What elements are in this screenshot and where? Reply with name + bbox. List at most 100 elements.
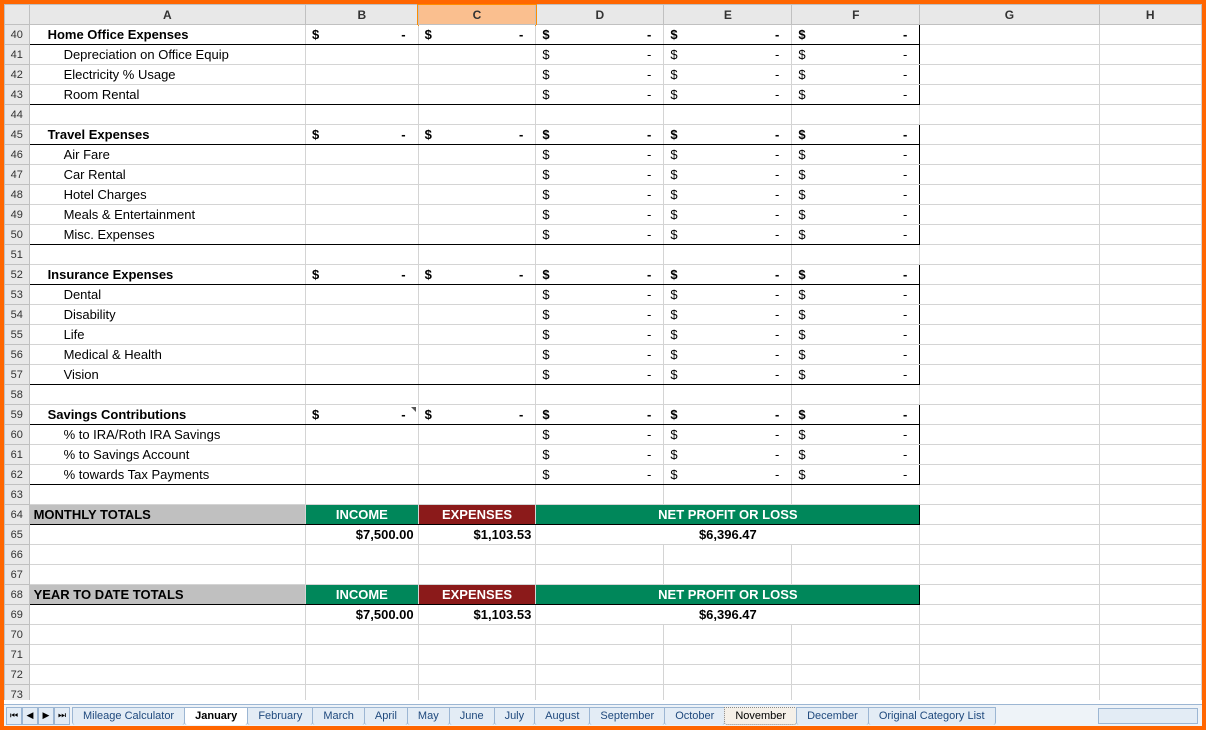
cell[interactable]: [418, 85, 536, 105]
ytd-income-value[interactable]: $7,500.00: [306, 605, 419, 625]
prev-tab-button[interactable]: ◀: [22, 707, 38, 725]
tab-september[interactable]: September: [589, 707, 665, 725]
cell[interactable]: [920, 85, 1099, 105]
cell[interactable]: [418, 65, 536, 85]
income-header[interactable]: INCOME: [306, 585, 419, 605]
row-53[interactable]: 53: [5, 285, 30, 305]
cell[interactable]: Electricity % Usage: [29, 65, 305, 85]
row-63[interactable]: 63: [5, 485, 30, 505]
tab-december[interactable]: December: [796, 707, 869, 725]
row-71[interactable]: 71: [5, 645, 30, 665]
col-C[interactable]: C: [418, 5, 536, 25]
col-F[interactable]: F: [792, 5, 920, 25]
row-51[interactable]: 51: [5, 245, 30, 265]
last-tab-button[interactable]: ⏭: [54, 707, 70, 725]
expenses-header[interactable]: EXPENSES: [418, 505, 536, 525]
cell[interactable]: [306, 45, 419, 65]
row-73[interactable]: 73: [5, 685, 30, 701]
row-57[interactable]: 57: [5, 365, 30, 385]
row-62[interactable]: 62: [5, 465, 30, 485]
select-all[interactable]: [5, 5, 30, 25]
col-H[interactable]: H: [1099, 5, 1201, 25]
tab-may[interactable]: May: [407, 707, 450, 725]
row-47[interactable]: 47: [5, 165, 30, 185]
col-B[interactable]: B: [306, 5, 419, 25]
tab-february[interactable]: February: [247, 707, 313, 725]
tab-october[interactable]: October: [664, 707, 725, 725]
row-56[interactable]: 56: [5, 345, 30, 365]
expenses-header[interactable]: EXPENSES: [418, 585, 536, 605]
cell[interactable]: [664, 45, 792, 65]
row-44[interactable]: 44: [5, 105, 30, 125]
cell[interactable]: [418, 45, 536, 65]
cell[interactable]: [792, 85, 920, 105]
tab-mileage-calculator[interactable]: Mileage Calculator: [72, 707, 185, 725]
income-header[interactable]: INCOME: [306, 505, 419, 525]
netprofit-header[interactable]: NET PROFIT OR LOSS: [536, 585, 920, 605]
monthly-expenses-value[interactable]: $1,103.53: [418, 525, 536, 545]
col-A[interactable]: A: [29, 5, 305, 25]
cell[interactable]: [536, 45, 664, 65]
horizontal-scrollbar[interactable]: [1098, 708, 1198, 724]
section-title[interactable]: Insurance Expenses: [29, 265, 305, 285]
cell[interactable]: [664, 25, 792, 45]
cell[interactable]: [536, 65, 664, 85]
cell[interactable]: [792, 65, 920, 85]
ytd-net-value[interactable]: $6,396.47: [536, 605, 920, 625]
row-72[interactable]: 72: [5, 665, 30, 685]
row-46[interactable]: 46: [5, 145, 30, 165]
col-D[interactable]: D: [536, 5, 664, 25]
monthly-net-value[interactable]: $6,396.47: [536, 525, 920, 545]
row-54[interactable]: 54: [5, 305, 30, 325]
row-49[interactable]: 49: [5, 205, 30, 225]
tab-january[interactable]: January: [184, 707, 248, 725]
ytd-expenses-value[interactable]: $1,103.53: [418, 605, 536, 625]
first-tab-button[interactable]: ⏮: [6, 707, 22, 725]
tab-august[interactable]: August: [534, 707, 590, 725]
tab-april[interactable]: April: [364, 707, 408, 725]
cell[interactable]: [306, 85, 419, 105]
row-60[interactable]: 60: [5, 425, 30, 445]
tab-original-category-list[interactable]: Original Category List: [868, 707, 996, 725]
row-52[interactable]: 52: [5, 265, 30, 285]
cell[interactable]: [1099, 25, 1201, 45]
cell[interactable]: [792, 25, 920, 45]
row-40[interactable]: 40: [5, 25, 30, 45]
tab-june[interactable]: June: [449, 707, 495, 725]
col-G[interactable]: G: [920, 5, 1099, 25]
cell[interactable]: [1099, 45, 1201, 65]
monthly-totals-label[interactable]: MONTHLY TOTALS: [29, 505, 305, 525]
row-61[interactable]: 61: [5, 445, 30, 465]
cell[interactable]: [418, 25, 536, 45]
cell[interactable]: [920, 45, 1099, 65]
tab-march[interactable]: March: [312, 707, 365, 725]
row-68[interactable]: 68: [5, 585, 30, 605]
row-43[interactable]: 43: [5, 85, 30, 105]
cell[interactable]: [536, 85, 664, 105]
cell[interactable]: Room Rental: [29, 85, 305, 105]
row-58[interactable]: 58: [5, 385, 30, 405]
row-69[interactable]: 69: [5, 605, 30, 625]
section-title[interactable]: Travel Expenses: [29, 125, 305, 145]
section-title[interactable]: Savings Contributions: [29, 405, 305, 425]
row-50[interactable]: 50: [5, 225, 30, 245]
cell[interactable]: [306, 25, 419, 45]
ytd-totals-label[interactable]: YEAR TO DATE TOTALS: [29, 585, 305, 605]
cell[interactable]: [920, 65, 1099, 85]
row-55[interactable]: 55: [5, 325, 30, 345]
cell[interactable]: [306, 65, 419, 85]
netprofit-header[interactable]: NET PROFIT OR LOSS: [536, 505, 920, 525]
row-65[interactable]: 65: [5, 525, 30, 545]
cell[interactable]: [1099, 85, 1201, 105]
col-E[interactable]: E: [664, 5, 792, 25]
row-67[interactable]: 67: [5, 565, 30, 585]
tab-november[interactable]: November: [724, 707, 797, 725]
tab-july[interactable]: July: [494, 707, 536, 725]
cell[interactable]: [920, 25, 1099, 45]
cell[interactable]: [792, 45, 920, 65]
section-title[interactable]: Home Office Expenses: [29, 25, 305, 45]
row-70[interactable]: 70: [5, 625, 30, 645]
row-48[interactable]: 48: [5, 185, 30, 205]
cell[interactable]: Depreciation on Office Equip: [29, 45, 305, 65]
monthly-income-value[interactable]: $7,500.00: [306, 525, 419, 545]
